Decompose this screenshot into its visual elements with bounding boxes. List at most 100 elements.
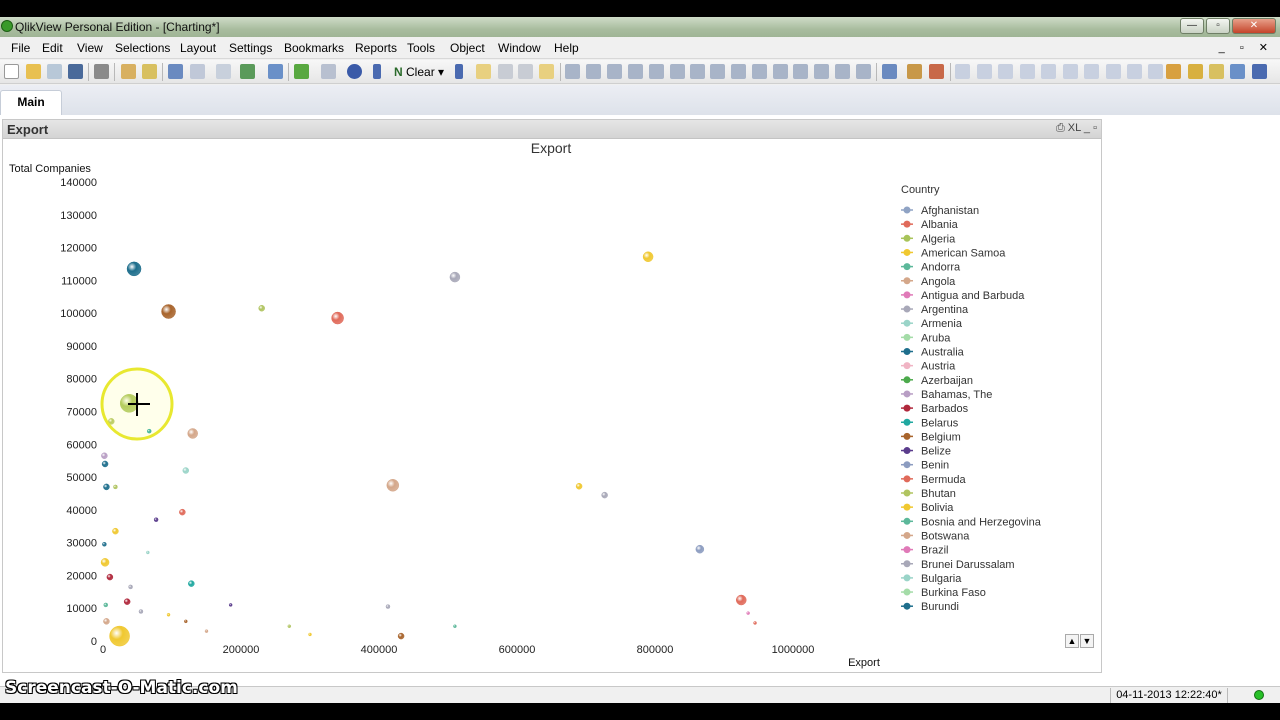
bookmark-object-icon[interactable] (793, 64, 808, 79)
close-button[interactable]: ✕ (1232, 18, 1276, 34)
sheet-icon[interactable] (498, 64, 513, 79)
mdi-window-buttons[interactable]: _ ▫ ✕ (1219, 41, 1274, 54)
legend-item: Brazil (921, 545, 949, 557)
user-icon[interactable] (1166, 64, 1181, 79)
legend-scroll-up-button[interactable]: ▲ (1065, 634, 1079, 648)
design-grid-icon[interactable] (882, 64, 897, 79)
toolbar-overflow-icon[interactable] (455, 64, 463, 79)
status-datetime: 04-11-2013 12:22:40* (1110, 688, 1228, 703)
scatter-point (113, 484, 118, 490)
legend-item: Benin (921, 460, 949, 472)
custom-object-icon[interactable] (856, 64, 871, 79)
menu-view[interactable]: View (77, 41, 103, 55)
menu-tools[interactable]: Tools (407, 41, 435, 55)
y-tick-label: 100000 (60, 308, 97, 320)
chart-object[interactable]: Export ⎙ XL _ ▫ Export Total Companies E… (2, 119, 1102, 673)
y-tick-label: 120000 (60, 243, 97, 255)
lock-icon[interactable] (1252, 64, 1267, 79)
checkbox-icon[interactable] (240, 64, 255, 79)
multibox-icon[interactable] (628, 64, 643, 79)
scatter-point (101, 452, 108, 460)
edit-script-icon[interactable] (121, 64, 136, 79)
menu-object[interactable]: Object (450, 41, 485, 55)
export-icon[interactable] (1230, 64, 1245, 79)
align-top-icon[interactable] (1020, 64, 1035, 79)
help-icon[interactable] (347, 64, 362, 79)
save-icon[interactable] (68, 64, 83, 79)
space-vertical-icon[interactable] (1106, 64, 1121, 79)
search-icon[interactable] (216, 64, 231, 79)
toolbar-separator (288, 63, 289, 81)
container-icon[interactable] (835, 64, 850, 79)
window-title: QlikView Personal Edition - [Charting*] (15, 20, 220, 34)
align-left-icon[interactable] (955, 64, 970, 79)
menu-settings[interactable]: Settings (229, 41, 272, 55)
toolbar-overflow-icon[interactable] (373, 64, 381, 79)
open-folder-icon[interactable] (26, 64, 41, 79)
menu-help[interactable]: Help (554, 41, 579, 55)
scatter-point (746, 611, 750, 615)
input-box-icon[interactable] (670, 64, 685, 79)
new-sheet-icon[interactable] (476, 64, 491, 79)
undo-icon[interactable] (168, 64, 183, 79)
chart-icon[interactable] (268, 64, 283, 79)
edit-icon[interactable] (321, 64, 336, 79)
align-right-icon[interactable] (998, 64, 1013, 79)
menu-file[interactable]: File (11, 41, 30, 55)
listbox-icon[interactable] (565, 64, 580, 79)
minimize-button[interactable]: — (1180, 18, 1204, 34)
bookmark-star-icon[interactable] (294, 64, 309, 79)
legend-item: Botswana (921, 530, 970, 542)
reload-icon[interactable] (47, 64, 62, 79)
tab-main[interactable]: Main (0, 90, 62, 115)
menu-edit[interactable]: Edit (42, 41, 63, 55)
align-middle-icon[interactable] (1041, 64, 1056, 79)
properties-icon[interactable] (539, 64, 554, 79)
reload-data-icon[interactable] (142, 64, 157, 79)
new-icon[interactable] (4, 64, 19, 79)
scatter-point (166, 613, 171, 617)
menu-layout[interactable]: Layout (180, 41, 216, 55)
scatter-point (449, 271, 461, 283)
current-selections-icon[interactable] (690, 64, 705, 79)
legend-scroll-down-button[interactable]: ▼ (1080, 634, 1094, 648)
clear-selections-button[interactable]: Ν Clear ▾ (394, 63, 454, 81)
y-tick-label: 10000 (66, 603, 97, 615)
format-painter-icon[interactable] (907, 64, 922, 79)
space-horizontal-icon[interactable] (1084, 64, 1099, 79)
print-icon[interactable] (94, 64, 109, 79)
align-icon[interactable] (929, 64, 944, 79)
caption-icons[interactable]: ⎙ XL _ ▫ (1056, 122, 1097, 135)
table-box-icon[interactable] (607, 64, 622, 79)
legend-item: Azerbaijan (921, 375, 973, 387)
legend-marker (903, 560, 911, 568)
line-arrow-icon[interactable] (752, 64, 767, 79)
search-object-icon[interactable] (814, 64, 829, 79)
align-center-icon[interactable] (977, 64, 992, 79)
menu-reports[interactable]: Reports (355, 41, 397, 55)
x-tick-label: 200000 (223, 644, 260, 656)
chart-caption-bar[interactable]: Export ⎙ XL _ ▫ (3, 120, 1101, 139)
app-window: QlikView Personal Edition - [Charting*] … (0, 17, 1280, 703)
button-object-icon[interactable] (710, 64, 725, 79)
scatter-point (100, 558, 110, 567)
statistics-box-icon[interactable] (586, 64, 601, 79)
restore-button[interactable]: ▫ (1206, 18, 1230, 34)
same-width-icon[interactable] (1127, 64, 1142, 79)
menu-bookmarks[interactable]: Bookmarks (284, 41, 344, 55)
text-object-icon[interactable] (731, 64, 746, 79)
legend-marker (903, 489, 911, 497)
sheet-object-icon[interactable] (518, 64, 533, 79)
redo-icon[interactable] (190, 64, 205, 79)
document-icon[interactable] (1188, 64, 1203, 79)
menu-selections[interactable]: Selections (115, 41, 170, 55)
same-height-icon[interactable] (1148, 64, 1163, 79)
legend-marker (903, 277, 911, 285)
legend-marker (903, 404, 911, 412)
edit-document-icon[interactable] (1209, 64, 1224, 79)
align-bottom-icon[interactable] (1063, 64, 1078, 79)
chart-object-icon[interactable] (649, 64, 664, 79)
legend-item: Austria (921, 361, 956, 373)
slider-icon[interactable] (773, 64, 788, 79)
menu-window[interactable]: Window (498, 41, 541, 55)
